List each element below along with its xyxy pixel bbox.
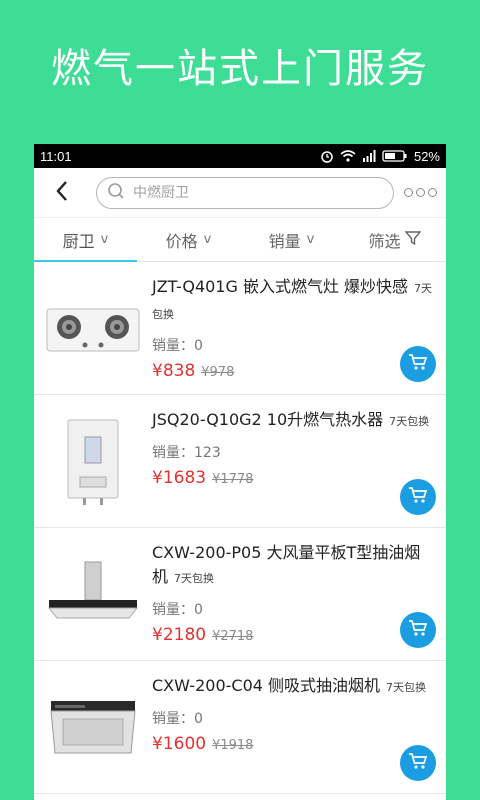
- search-box[interactable]: [96, 176, 394, 209]
- product-price: ¥1683: [152, 468, 207, 488]
- more-options-button[interactable]: [402, 178, 438, 208]
- wifi-icon: [340, 150, 356, 162]
- product-tag: 7天包换: [389, 415, 430, 428]
- product-sales: 销量：0: [152, 711, 203, 727]
- product-tag: 7天包换: [174, 572, 215, 585]
- cart-icon: [408, 619, 428, 641]
- product-old-price: ¥978: [201, 365, 235, 380]
- product-old-price: ¥1918: [212, 738, 254, 753]
- chevron-down-icon: v: [100, 232, 109, 247]
- back-button[interactable]: [42, 173, 82, 213]
- cart-icon: [408, 486, 428, 508]
- more-dots-icon: [403, 188, 413, 197]
- filter-tab-screen[interactable]: 筛选: [343, 218, 446, 261]
- app-bar: [34, 168, 446, 218]
- product-old-price: ¥2718: [212, 629, 254, 644]
- battery-level: 52%: [413, 148, 440, 164]
- add-to-cart-button[interactable]: [400, 346, 436, 382]
- alarm-icon: [320, 149, 334, 163]
- product-old-price: ¥1778: [212, 472, 254, 487]
- product-image-range-hood-side: [34, 661, 152, 794]
- product-item[interactable]: CXW-200-C04 侧吸式抽油烟机 7天包换 销量：0 ¥1600 ¥1918: [34, 661, 446, 794]
- product-price: ¥1600: [152, 734, 207, 754]
- search-input[interactable]: [133, 184, 333, 201]
- product-tag: 7天包换: [386, 681, 427, 694]
- cart-icon: [408, 752, 428, 774]
- product-name: JZT-Q401G 嵌入式燃气灶 爆炒快感: [152, 277, 409, 296]
- filter-tab-price[interactable]: 价格 v: [137, 218, 240, 261]
- add-to-cart-button[interactable]: [400, 479, 436, 515]
- chevron-down-icon: v: [306, 232, 315, 247]
- product-item[interactable]: JZT-Q401G 嵌入式燃气灶 爆炒快感 7天包换 销量：0 ¥838 ¥978: [34, 262, 446, 395]
- chevron-down-icon: v: [203, 232, 212, 247]
- status-bar: 11:01 52%: [34, 144, 446, 168]
- product-item[interactable]: CXW-200-P05 大风量平板T型抽油烟机 7天包换 销量：0 ¥2180 ¥2…: [34, 528, 446, 661]
- product-item[interactable]: JSQ20-Q10G2 10升燃气热水器 7天包换 销量：123 ¥1683 ¥17…: [34, 395, 446, 528]
- battery-icon: [382, 150, 408, 162]
- product-price: ¥2180: [152, 625, 207, 645]
- search-icon: [107, 182, 125, 204]
- product-sales: 销量：0: [152, 338, 203, 354]
- product-name: CXW-200-C04 侧吸式抽油烟机: [152, 676, 381, 695]
- add-to-cart-button[interactable]: [400, 612, 436, 648]
- filter-bar: 厨卫 v 价格 v 销量 v 筛选: [34, 218, 446, 262]
- cart-icon: [408, 353, 428, 375]
- phone-screen: 11:01 52% 中燃厨卫 厨卫 v 价格 v 销量 v 筛选 JZT-Q40…: [34, 144, 446, 800]
- product-sales: 销量：0: [152, 602, 203, 618]
- product-price: ¥838: [152, 361, 196, 381]
- promo-title: 燃气一站式上门服务: [51, 46, 429, 92]
- product-image-range-hood-t: [34, 528, 152, 661]
- filter-tab-sales[interactable]: 销量 v: [240, 218, 343, 261]
- product-image-gas-stove: [34, 262, 152, 395]
- status-time: 11:01: [40, 148, 72, 164]
- filter-funnel-icon: [403, 230, 422, 250]
- chevron-left-icon: [55, 180, 69, 206]
- add-to-cart-button[interactable]: [400, 745, 436, 781]
- product-sales: 销量：123: [152, 445, 221, 461]
- filter-tab-category[interactable]: 厨卫 v: [34, 218, 137, 262]
- signal-icon: [362, 150, 376, 162]
- product-list: JZT-Q401G 嵌入式燃气灶 爆炒快感 7天包换 销量：0 ¥838 ¥978: [34, 262, 446, 794]
- product-name: JSQ20-Q10G2 10升燃气热水器: [152, 410, 384, 429]
- product-image-water-heater: [34, 395, 152, 528]
